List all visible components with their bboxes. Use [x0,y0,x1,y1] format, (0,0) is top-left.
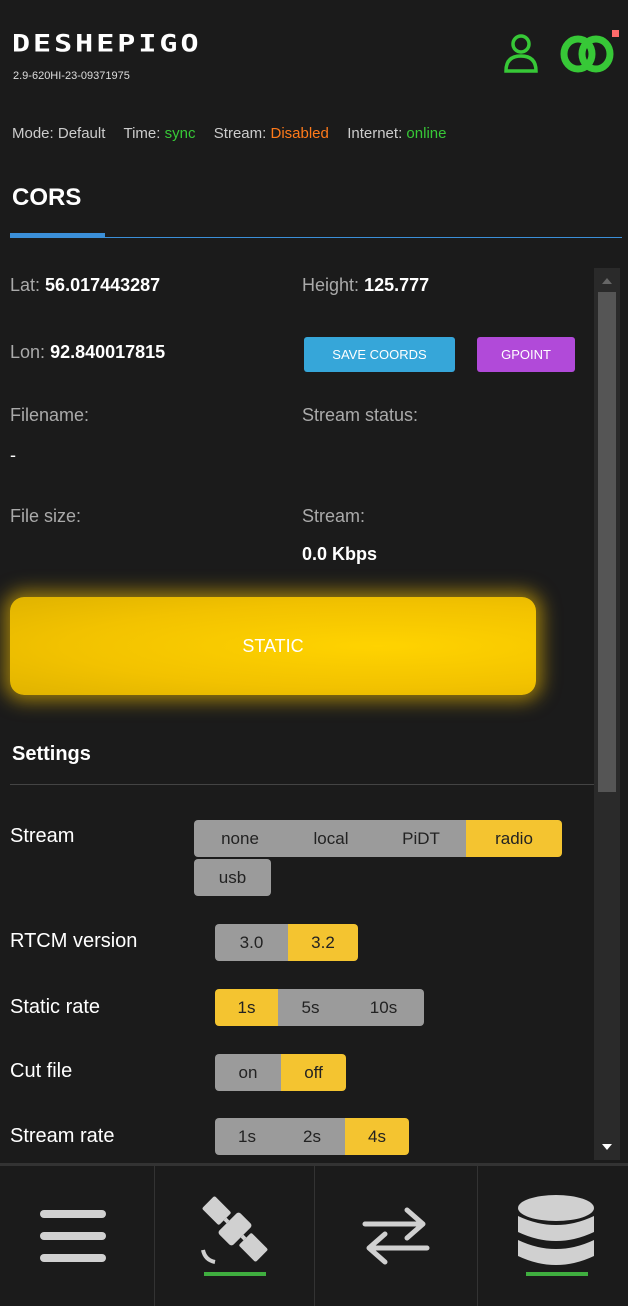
lon-field: Lon: 92.840017815 [10,342,165,363]
stream-label: Stream: [213,125,267,142]
nav-satellite-active-indicator [204,1272,266,1276]
stream-option-radio[interactable]: radio [466,820,562,857]
stream-status-label: Stream status: [302,405,419,425]
nav-database[interactable] [478,1166,628,1306]
stream-rate-option-1s[interactable]: 1s [215,1118,279,1155]
rtcm-setting-label: RTCM version [10,930,138,952]
scroll-down-arrow[interactable] [602,1144,612,1150]
height-label: Height: [302,275,360,295]
nav-satellite[interactable] [155,1166,315,1306]
lon-label: Lon: [10,342,46,362]
bottom-nav [0,1163,628,1306]
lon-value: 92.840017815 [50,342,166,362]
brand-logo: DESHEPIGO [12,30,202,58]
height-field: Height: 125.777 [302,275,429,296]
content-scrollbar[interactable] [594,268,620,1160]
cut-file-label: Cut file [10,1060,73,1082]
filesize-label: File size: [10,506,82,526]
static-rate-option-5s[interactable]: 5s [278,989,343,1026]
scroll-up-arrow[interactable] [602,278,612,284]
lat-field: Lat: 56.017443287 [10,275,160,296]
lat-value: 56.017443287 [45,275,161,295]
nav-transfer[interactable] [315,1166,478,1306]
stream-rate-setting-label: Stream rate [10,1125,115,1147]
height-value: 125.777 [364,275,430,295]
stream-rate-label: Stream: [302,506,366,526]
stream-option-local[interactable]: local [286,820,376,857]
database-icon [518,1195,594,1265]
stream-option-pidt[interactable]: PiDT [376,820,466,857]
rtcm-option-3-0[interactable]: 3.0 [215,924,288,961]
stream-rate-option-4s[interactable]: 4s [345,1118,409,1155]
satellite-icon [201,1196,268,1264]
device-serial: 2.9-620HI-23-09371975 [13,70,130,82]
settings-title: Settings [12,743,91,765]
static-rate-label: Static rate [10,996,101,1018]
stream-rate-option-2s[interactable]: 2s [279,1118,345,1155]
cut-file-option-off[interactable]: off [281,1054,346,1091]
stream-option-usb[interactable]: usb [194,859,271,896]
time-value: sync [164,125,196,142]
static-rate-option-1s[interactable]: 1s [215,989,278,1026]
page-title: CORS [12,184,82,211]
save-coords-button[interactable]: SAVE COORDS [304,337,455,372]
internet-value: online [406,125,447,142]
user-icon[interactable] [503,32,539,74]
nav-database-active-indicator [526,1272,588,1276]
stream-rate-value: 0.0 Kbps [302,544,378,564]
link-icon[interactable] [558,30,620,78]
filename-value: - [10,445,16,465]
rtcm-option-3-2[interactable]: 3.2 [288,924,358,961]
static-button[interactable]: STATIC [10,597,536,695]
filename-label: Filename: [10,405,90,425]
transfer-icon [362,1207,430,1265]
stream-option-none[interactable]: none [194,820,286,857]
stream-setting-label: Stream [10,825,75,847]
static-rate-option-10s[interactable]: 10s [343,989,424,1026]
app-header: DESHEPIGO 2.9-620HI-23-09371975 Mode: De… [0,0,628,180]
nav-menu[interactable] [0,1166,155,1306]
menu-icon [40,1210,106,1262]
cut-file-option-on[interactable]: on [215,1054,281,1091]
mode-value: Default [57,125,106,142]
time-label: Time: [123,125,161,142]
lat-label: Lat: [10,275,41,295]
settings-divider [10,784,594,785]
stream-value: Disabled [270,125,329,142]
mode-label: Mode: [12,125,54,142]
gpoint-button[interactable]: GPOINT [477,337,575,372]
title-divider [10,237,622,238]
status-line: Mode: Default Time: sync Stream: Disable… [12,125,446,142]
internet-label: Internet: [347,125,403,142]
scroll-thumb[interactable] [598,292,616,792]
